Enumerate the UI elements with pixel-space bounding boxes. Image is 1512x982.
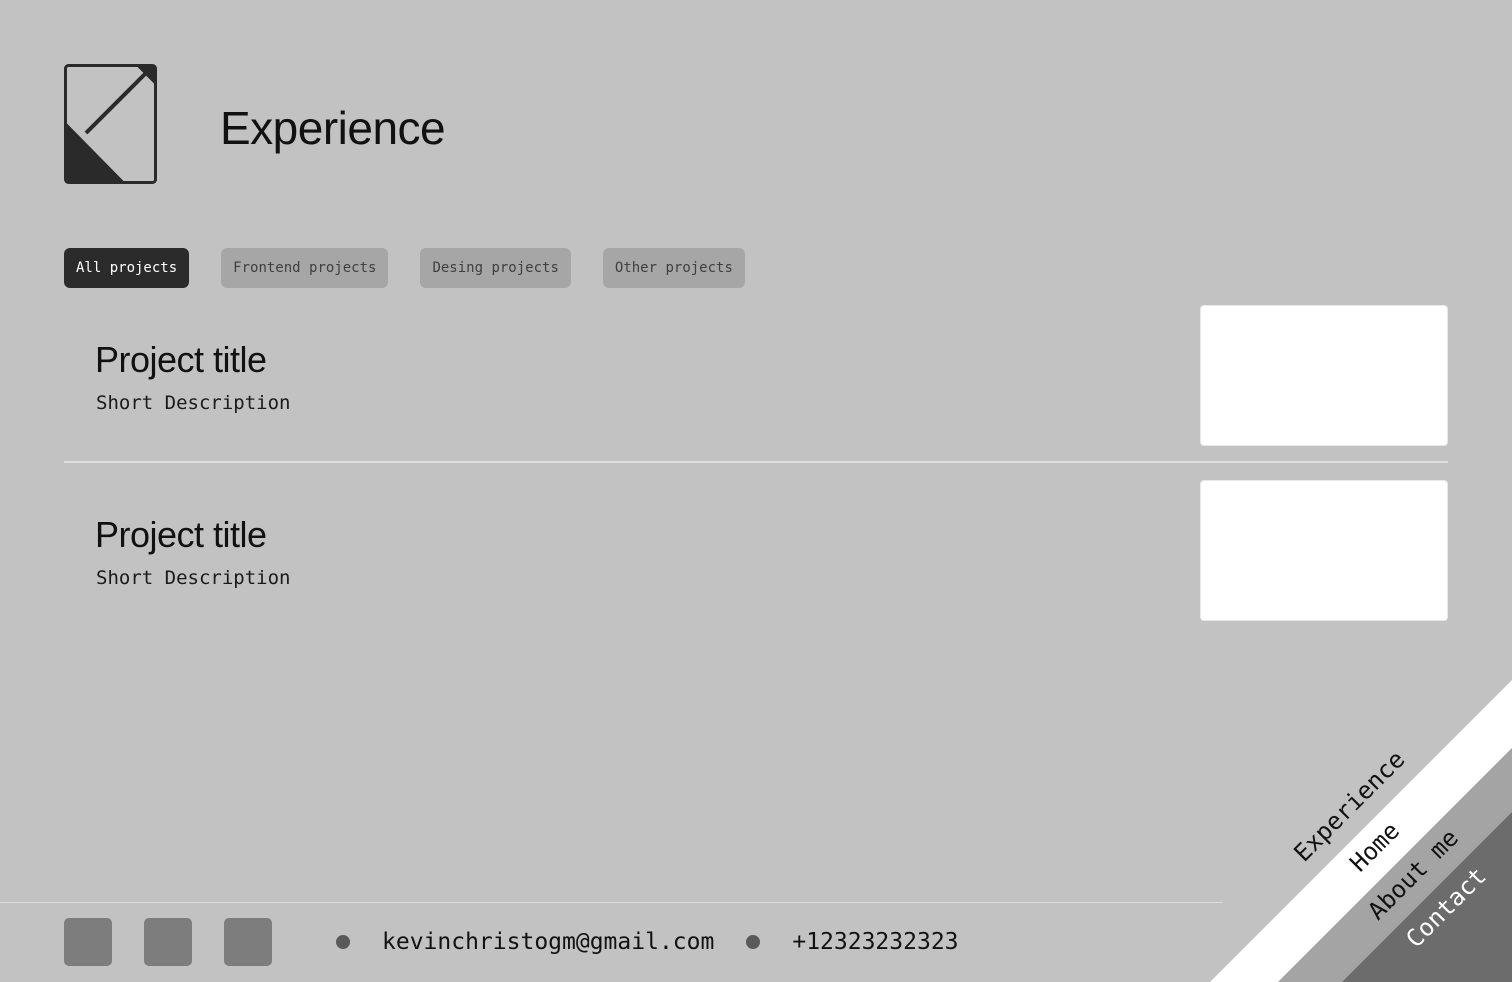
filter-design-projects[interactable]: Desing projects [420,248,571,288]
footer-divider [0,902,1223,903]
nav-band-home [1210,680,1512,982]
project-item[interactable]: Project title Short Description [64,480,1448,622]
project-thumbnail[interactable] [1200,305,1448,446]
phone-link[interactable]: +12323232323 [792,929,958,955]
social-icon-3[interactable] [224,918,272,966]
project-title: Project title [95,514,267,555]
project-description: Short Description [96,567,291,589]
bullet-dot-icon [336,935,350,949]
bullet-dot-icon [746,935,761,949]
project-description: Short Description [96,392,291,414]
project-title: Project title [95,339,267,380]
page-title: Experience [220,102,446,154]
project-thumbnail[interactable] [1200,480,1448,621]
social-icon-1[interactable] [64,918,112,966]
logo-icon[interactable] [64,64,157,184]
footer: kevinchristogm@gmail.com +12323232323 [64,918,959,966]
project-filter-tabs: All projects Frontend projects Desing pr… [64,248,745,288]
nav-band-about [1278,748,1512,982]
divider [64,461,1448,463]
filter-frontend-projects[interactable]: Frontend projects [221,248,389,288]
email-link[interactable]: kevinchristogm@gmail.com [382,929,714,955]
nav-item-home[interactable]: Home [1344,817,1405,878]
filter-all-projects[interactable]: All projects [64,248,190,288]
filter-other-projects[interactable]: Other projects [602,248,745,288]
project-item[interactable]: Project title Short Description [64,305,1448,447]
social-icon-2[interactable] [144,918,192,966]
